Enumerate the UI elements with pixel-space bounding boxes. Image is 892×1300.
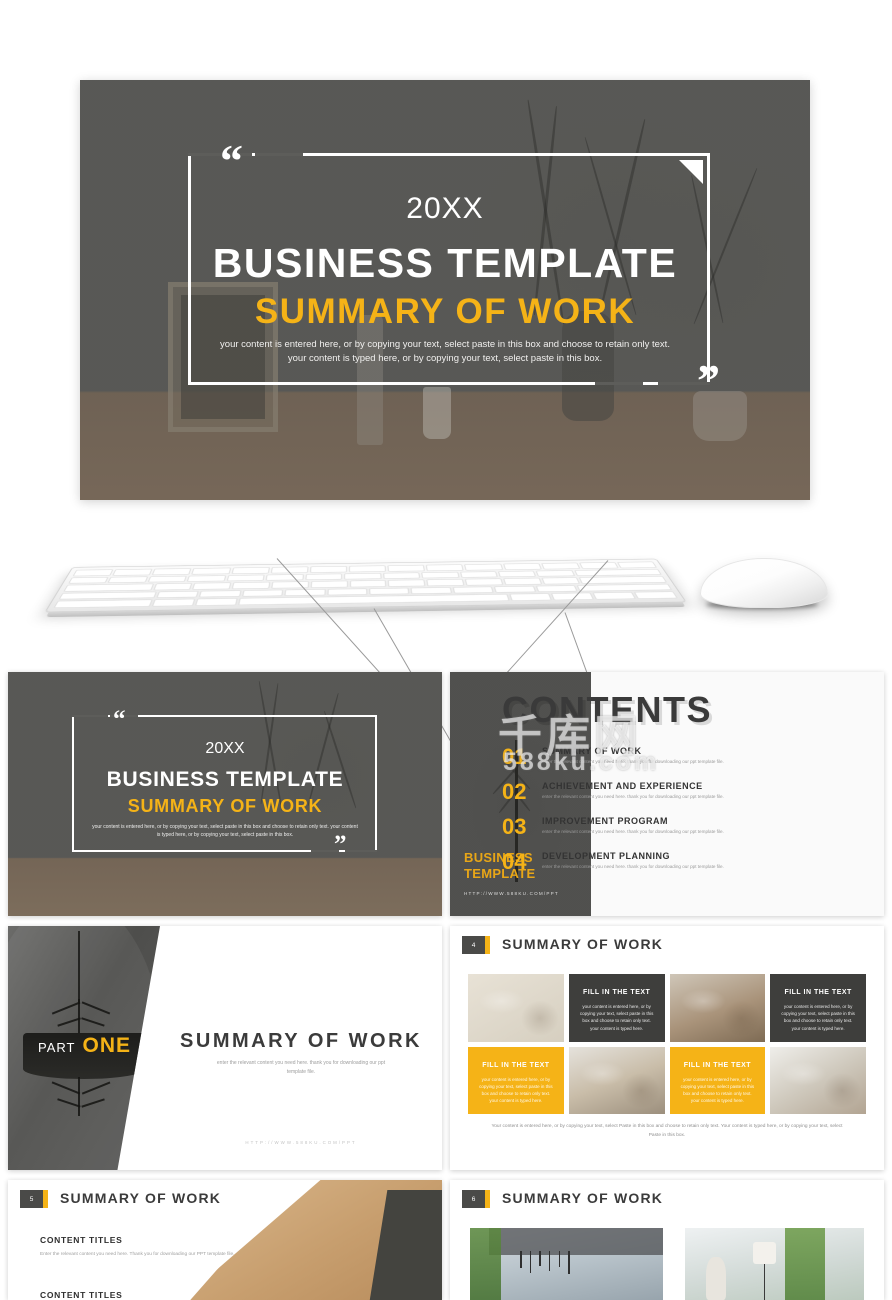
- hero-year: 20XX: [80, 192, 810, 226]
- thumb-contents-slide[interactable]: BUSINESS TEMPLATE HTTP://WWW.588KU.COM/P…: [450, 672, 884, 916]
- cell-body: your content is entered here, or by copy…: [477, 1076, 555, 1105]
- hero-title-slide[interactable]: “ ” 20XX BUSINESS TEMPLATE SUMMARY OF WO…: [80, 80, 810, 500]
- contents-item[interactable]: 03 IMPROVEMENT PROGRAM enter the relevan…: [502, 816, 870, 838]
- contents-item-title: SUMMARY OF WORK: [542, 746, 870, 756]
- mini-year: 20XX: [8, 740, 442, 758]
- thumb-slide-5[interactable]: 5 SUMMARY OF WORK CONTENT TITLES Enter t…: [8, 1180, 442, 1300]
- thumb-slide-4[interactable]: 4 SUMMARY OF WORK FILL IN THE TEXT your …: [450, 926, 884, 1170]
- slide6-photo-left[interactable]: [470, 1228, 663, 1300]
- accent-bar: [485, 1190, 490, 1208]
- grid-photo-cell[interactable]: [770, 1047, 866, 1115]
- contents-item-title: DEVELOPMENT PLANNING: [542, 851, 870, 861]
- grid-photo-cell[interactable]: [670, 974, 766, 1042]
- thumb-title-slide[interactable]: “ ” 20XX BUSINESS TEMPLATE SUMMARY OF WO…: [8, 672, 442, 916]
- grid-text-cell[interactable]: FILL IN THE TEXT your content is entered…: [468, 1047, 564, 1115]
- contents-item-body: enter the relevant content you need here…: [542, 758, 870, 766]
- quote-open-icon: “: [113, 710, 126, 730]
- keyboard-mockup: [45, 559, 687, 613]
- contents-item-body: enter the relevant content you need here…: [542, 793, 870, 801]
- corner-triangle-icon: [679, 160, 703, 184]
- mouse-mockup: [700, 558, 828, 608]
- photo-cup: [423, 387, 451, 439]
- slide-title: SUMMARY OF WORK: [60, 1190, 221, 1206]
- cell-heading: FILL IN THE TEXT: [678, 1062, 758, 1069]
- content-block: CONTENT TITLES Enter the relevant conten…: [40, 1290, 235, 1300]
- contents-item-body: enter the relevant content you need here…: [542, 828, 870, 836]
- thumb-slide-6[interactable]: 6 SUMMARY OF WORK: [450, 1180, 884, 1300]
- contents-item-title: ACHIEVEMENT AND EXPERIENCE: [542, 781, 870, 791]
- content-block: CONTENT TITLES Enter the relevant conten…: [40, 1235, 235, 1260]
- part-one-url: HTTP://WWW.588KU.COM/PPT: [160, 1140, 442, 1145]
- contents-item[interactable]: 02 ACHIEVEMENT AND EXPERIENCE enter the …: [502, 781, 870, 803]
- hero-title: BUSINESS TEMPLATE: [80, 240, 810, 287]
- slide-number-badge: 6: [462, 1190, 485, 1208]
- content-block-title: CONTENT TITLES: [40, 1290, 235, 1300]
- slide-title: SUMMARY OF WORK: [502, 1190, 663, 1206]
- part-label: PART ONE: [38, 1034, 131, 1058]
- slide-number-badge: 4: [462, 936, 485, 954]
- cell-body: your content is entered here, or by copy…: [578, 1003, 656, 1032]
- contents-item-title: IMPROVEMENT PROGRAM: [542, 816, 870, 826]
- contents-heading: CONTENTS: [502, 689, 712, 731]
- contents-list: 01 SUMMARY OF WORK enter the relevant co…: [502, 746, 870, 886]
- slide6-photo-right[interactable]: [685, 1228, 864, 1300]
- contents-item-number: 03: [502, 816, 542, 838]
- slide-footer-text: Your content is entered here, or by copy…: [490, 1123, 844, 1140]
- contents-item-number: 04: [502, 851, 542, 873]
- contents-item-number: 01: [502, 746, 542, 768]
- cell-body: your content is entered here, or by copy…: [779, 1003, 857, 1032]
- contents-item[interactable]: 01 SUMMARY OF WORK enter the relevant co…: [502, 746, 870, 768]
- grid-photo-cell[interactable]: [468, 974, 564, 1042]
- slide-header: 6 SUMMARY OF WORK: [450, 1180, 884, 1218]
- content-block-title: CONTENT TITLES: [40, 1235, 235, 1245]
- part-one-title: SUMMARY OF WORK: [160, 1030, 442, 1053]
- quote-open-icon: “: [220, 143, 243, 180]
- contents-item-body: enter the relevant content you need here…: [542, 863, 870, 871]
- slide-header: 5 SUMMARY OF WORK: [8, 1180, 442, 1218]
- mini-subtitle: SUMMARY OF WORK: [8, 796, 442, 817]
- slide-title: SUMMARY OF WORK: [502, 936, 663, 952]
- content-grid: FILL IN THE TEXT your content is entered…: [468, 974, 866, 1114]
- mini-title: BUSINESS TEMPLATE: [8, 768, 442, 792]
- contents-item-number: 02: [502, 781, 542, 803]
- grid-text-cell[interactable]: FILL IN THE TEXT your content is entered…: [569, 974, 665, 1042]
- slide-header: 4 SUMMARY OF WORK: [450, 926, 884, 964]
- contents-item[interactable]: 04 DEVELOPMENT PLANNING enter the releva…: [502, 851, 870, 873]
- cell-heading: FILL IN THE TEXT: [577, 989, 657, 996]
- hero-subtitle: SUMMARY OF WORK: [80, 292, 810, 332]
- mini-description: your content is entered here, or by copy…: [92, 824, 358, 840]
- contents-url: HTTP://WWW.588KU.COM/PPT: [464, 891, 559, 896]
- hero-description: your content is entered here, or by copy…: [210, 338, 680, 367]
- accent-bar: [43, 1190, 48, 1208]
- grid-text-cell[interactable]: FILL IN THE TEXT your content is entered…: [770, 974, 866, 1042]
- cell-heading: FILL IN THE TEXT: [476, 1062, 556, 1069]
- cell-heading: FILL IN THE TEXT: [778, 989, 858, 996]
- accent-bar: [485, 936, 490, 954]
- content-block-body: Enter the relevant content you need here…: [40, 1250, 235, 1260]
- quote-close-icon: ”: [697, 363, 720, 400]
- cell-body: your content is entered here, or by copy…: [679, 1076, 757, 1105]
- ppt-template-preview-page: “ ” 20XX BUSINESS TEMPLATE SUMMARY OF WO…: [0, 0, 892, 1300]
- grid-text-cell[interactable]: FILL IN THE TEXT your content is entered…: [670, 1047, 766, 1115]
- thumb-part-one-slide[interactable]: PART ONE SUMMARY OF WORK enter the releva…: [8, 926, 442, 1170]
- part-one-description: enter the relevant content you need here…: [208, 1059, 394, 1076]
- desk-mockup: [0, 500, 892, 670]
- part-number: ONE: [82, 1034, 131, 1057]
- slide6-image-row: [470, 1228, 864, 1300]
- slide-number-badge: 5: [20, 1190, 43, 1208]
- grid-photo-cell[interactable]: [569, 1047, 665, 1115]
